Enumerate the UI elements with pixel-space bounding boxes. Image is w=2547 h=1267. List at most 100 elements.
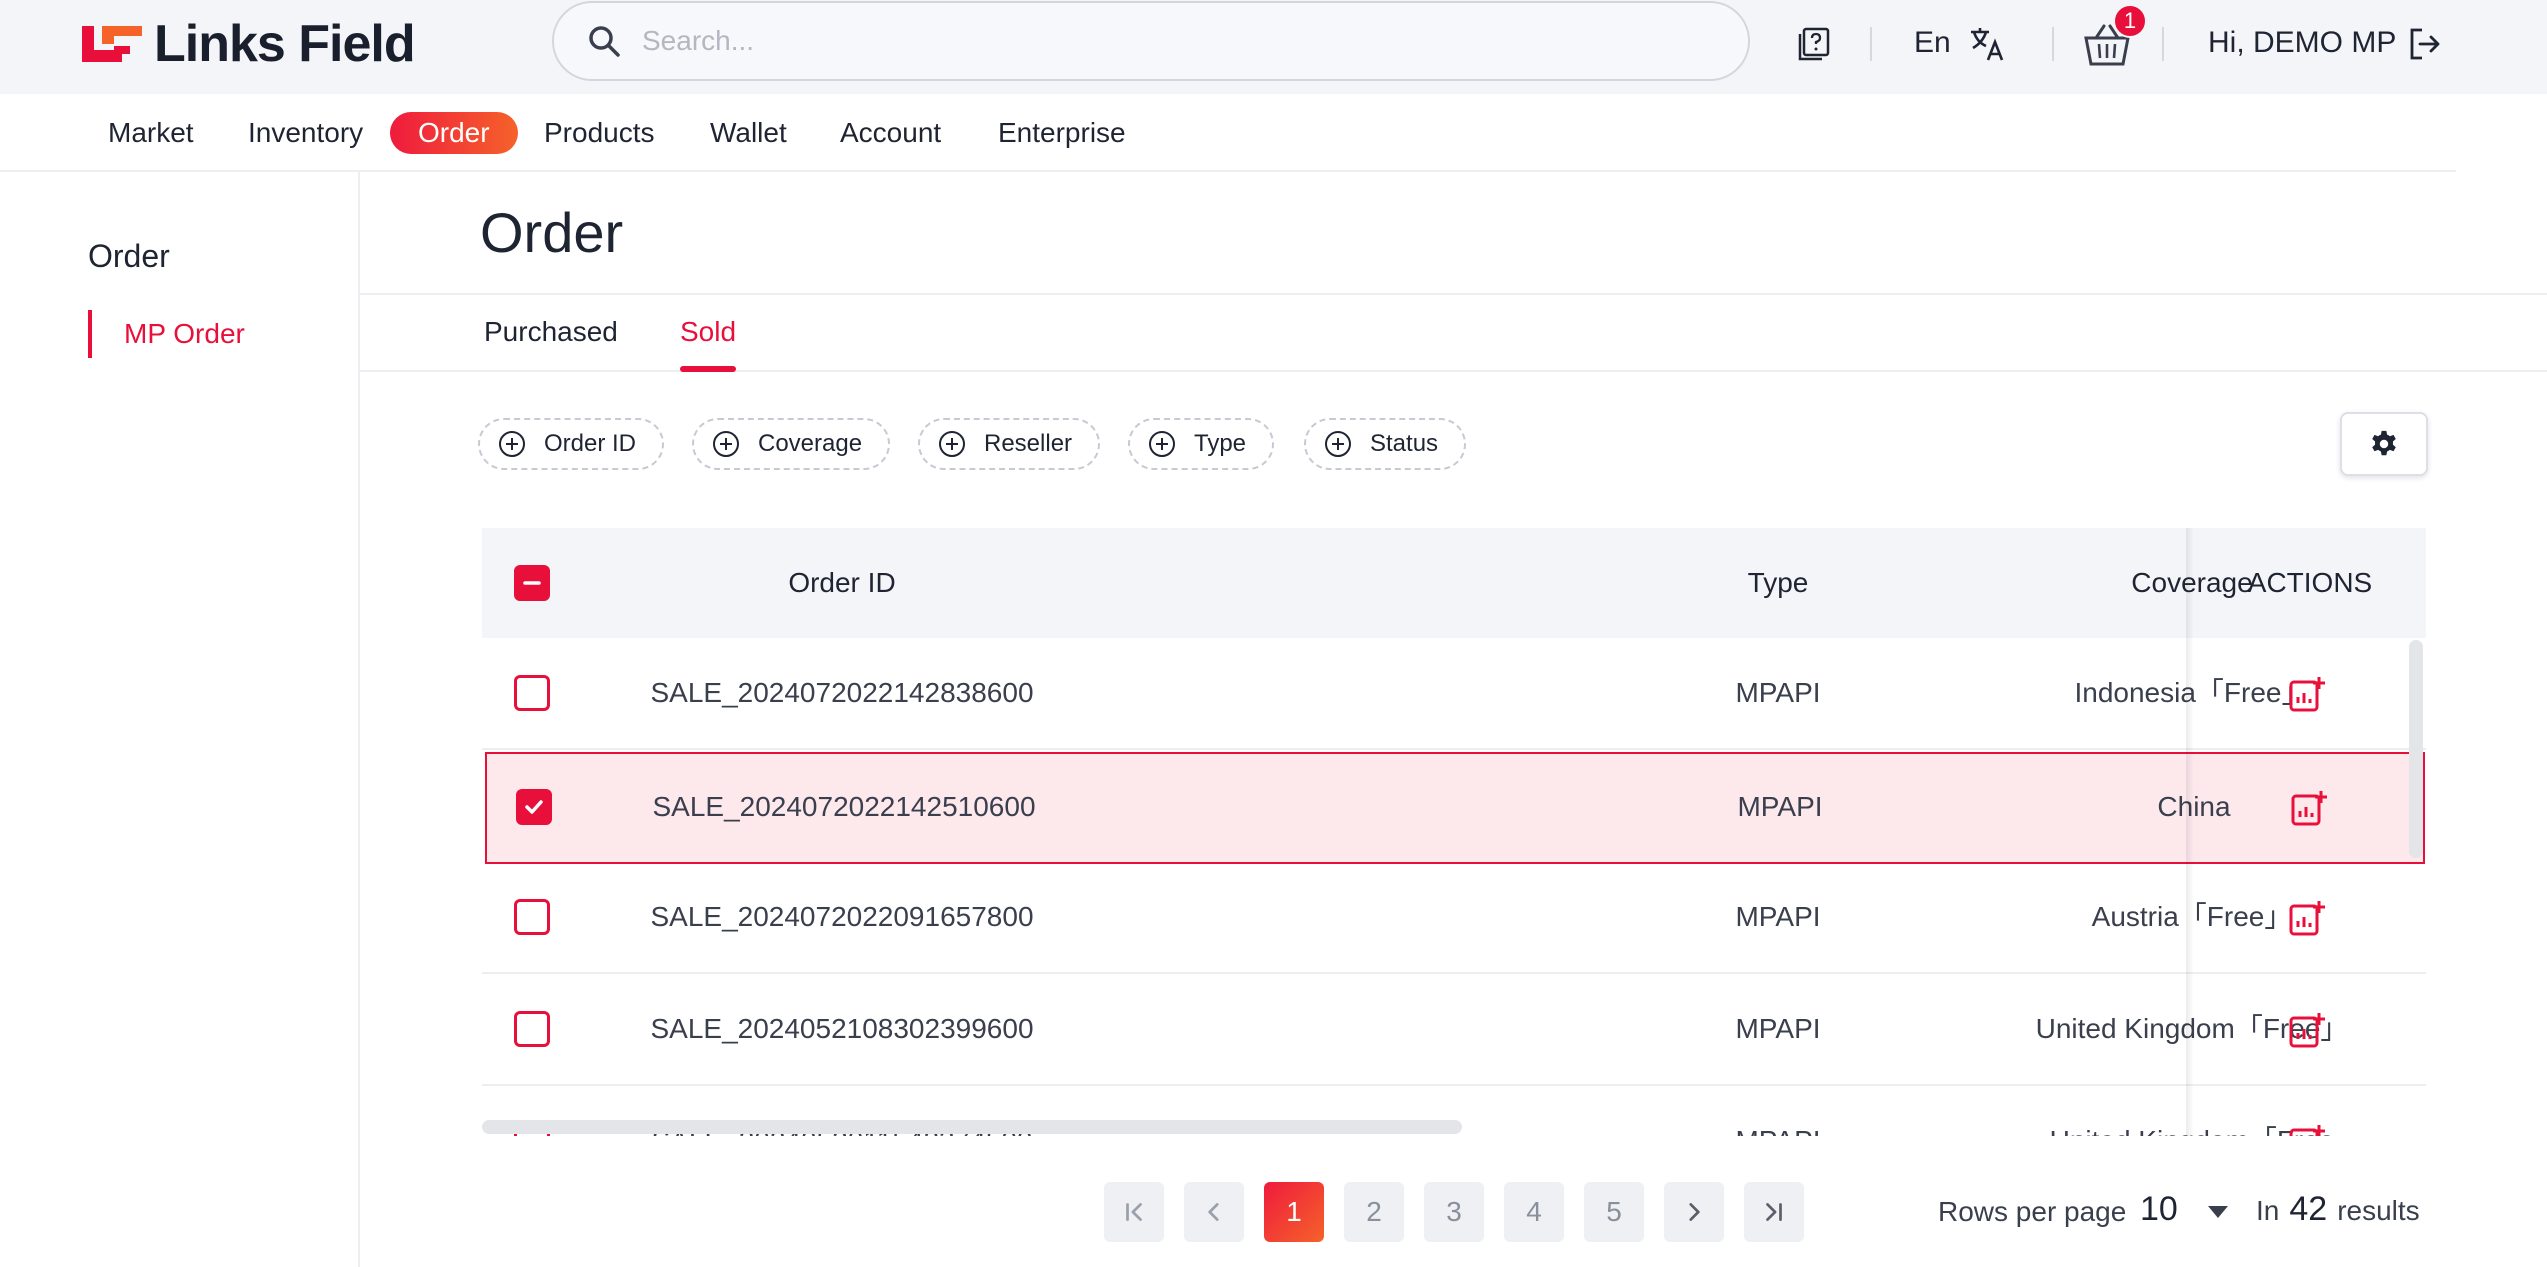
- logout-icon[interactable]: [2406, 26, 2442, 62]
- chevron-down-icon[interactable]: [2208, 1206, 2228, 1218]
- page-button-2[interactable]: 2: [1344, 1182, 1404, 1242]
- top-header: Links Field En 1 Hi, DEMO MP: [0, 0, 2547, 94]
- sidebar-title: Order: [88, 238, 170, 274]
- previous-page-button[interactable]: [1184, 1182, 1244, 1242]
- search-bar: [552, 1, 1750, 81]
- table-row[interactable]: SALE_2024072022142838600 MPAPI Indonesia…: [482, 638, 2426, 750]
- nav-item-wallet[interactable]: Wallet: [682, 112, 815, 154]
- column-header-actions: ACTIONS: [2247, 567, 2373, 598]
- cart-count-badge: 1: [2113, 4, 2147, 38]
- row-checkbox[interactable]: [516, 789, 552, 825]
- type-cell: MPAPI: [1698, 1086, 1858, 1136]
- next-page-button[interactable]: [1664, 1182, 1724, 1242]
- filter-label: Coverage: [758, 430, 863, 457]
- chevron-left-icon: [1208, 1203, 1219, 1221]
- table-header: Order ID Type Coverage ACTIONS: [482, 528, 2426, 638]
- links-field-logo-icon: [82, 26, 142, 62]
- nav-item-market[interactable]: Market: [80, 112, 222, 154]
- page-button-4[interactable]: 4: [1504, 1182, 1564, 1242]
- last-page-icon: [1766, 1203, 1782, 1221]
- order-detail-icon[interactable]: [2288, 899, 2326, 937]
- filter-label: Type: [1194, 430, 1247, 457]
- column-header-order-id[interactable]: Order ID: [602, 528, 1082, 638]
- nav-item-enterprise[interactable]: Enterprise: [970, 112, 1154, 154]
- chevron-right-icon: [1689, 1203, 1700, 1221]
- page-title: Order: [480, 201, 624, 264]
- help-book-icon[interactable]: [1796, 26, 1832, 62]
- type-cell: MPAPI: [1735, 677, 1821, 708]
- plus-circle-icon: [1325, 431, 1351, 457]
- results-prefix: In: [2256, 1195, 2280, 1226]
- table-settings-button[interactable]: [2340, 412, 2428, 476]
- nav-item-order[interactable]: Order: [390, 112, 518, 154]
- header-divider: [2052, 27, 2054, 61]
- plus-circle-icon: [499, 431, 525, 457]
- select-all-checkbox[interactable]: [514, 565, 550, 601]
- order-detail-icon[interactable]: [2288, 675, 2326, 713]
- plus-circle-icon: [1149, 431, 1175, 457]
- results-suffix: results: [2337, 1195, 2420, 1226]
- page-button-1[interactable]: 1: [1264, 1182, 1324, 1242]
- brand-name: Links Field: [154, 15, 416, 73]
- filter-coverage[interactable]: Coverage: [692, 418, 891, 470]
- gear-icon: [2372, 430, 2396, 456]
- column-header-type[interactable]: Type: [1698, 528, 1858, 638]
- nav-item-account[interactable]: Account: [812, 112, 969, 154]
- order-id-cell: SALE_2024052108302399600: [650, 1013, 1034, 1044]
- brand-logo[interactable]: Links Field: [80, 15, 416, 73]
- table-horizontal-scrollbar[interactable]: [482, 1120, 1462, 1134]
- row-checkbox[interactable]: [514, 675, 550, 711]
- tab-sold[interactable]: Sold: [680, 316, 736, 348]
- results-summary: In 42 results: [2256, 1190, 2420, 1229]
- type-cell: MPAPI: [1735, 901, 1821, 932]
- order-id-cell: SALE_2024072022142838600: [650, 677, 1034, 708]
- plus-circle-icon: [939, 431, 965, 457]
- translate-icon[interactable]: [1968, 24, 2008, 64]
- main-nav: Market Inventory Order Products Wallet A…: [0, 94, 2456, 172]
- user-greeting[interactable]: Hi, DEMO MP: [2208, 26, 2396, 60]
- active-tab-indicator: [680, 366, 736, 372]
- filter-label: Reseller: [984, 430, 1073, 457]
- order-id-cell: SALE_2024072022091657800: [650, 901, 1034, 932]
- sidebar-item-mp-order[interactable]: MP Order: [88, 310, 245, 358]
- nav-item-products[interactable]: Products: [516, 112, 683, 154]
- results-total: 42: [2289, 1190, 2328, 1228]
- header-divider: [1870, 27, 1872, 61]
- table-row-selected[interactable]: SALE_2024072022142510600 MPAPI China: [485, 752, 2425, 864]
- filter-order-id[interactable]: Order ID: [478, 418, 665, 470]
- nav-item-inventory[interactable]: Inventory: [220, 112, 391, 154]
- table-vertical-scrollbar[interactable]: [2409, 640, 2423, 858]
- sticky-column-shadow: [2186, 528, 2194, 1136]
- page-button-5[interactable]: 5: [1584, 1182, 1644, 1242]
- first-page-button[interactable]: [1104, 1182, 1164, 1242]
- row-checkbox[interactable]: [514, 899, 550, 935]
- filter-type[interactable]: Type: [1128, 418, 1275, 470]
- header-divider: [2162, 27, 2164, 61]
- type-cell: MPAPI: [1737, 791, 1823, 822]
- search-icon: [589, 26, 620, 57]
- order-detail-icon[interactable]: [2290, 789, 2328, 827]
- order-detail-icon[interactable]: [2288, 1011, 2326, 1049]
- minus-icon: [523, 581, 541, 585]
- search-input[interactable]: [642, 25, 1642, 57]
- last-page-button[interactable]: [1744, 1182, 1804, 1242]
- plus-circle-icon: [713, 431, 739, 457]
- first-page-icon: [1126, 1203, 1142, 1221]
- rows-per-page-label: Rows per page: [1938, 1196, 2127, 1227]
- order-id-cell: SALE_2024072022142510600: [652, 791, 1036, 822]
- title-divider: [360, 293, 2547, 295]
- tab-purchased[interactable]: Purchased: [484, 316, 618, 348]
- page-button-3[interactable]: 3: [1424, 1182, 1484, 1242]
- table-row[interactable]: SALE_2024072022091657800 MPAPI Austria「F…: [482, 862, 2426, 974]
- orders-table: Order ID Type Coverage ACTIONS SALE_2024…: [482, 528, 2426, 1136]
- order-detail-icon[interactable]: [2288, 1123, 2326, 1136]
- language-label[interactable]: En: [1914, 26, 1951, 60]
- row-checkbox[interactable]: [514, 1011, 550, 1047]
- filter-label: Status: [1370, 430, 1439, 457]
- filter-status[interactable]: Status: [1304, 418, 1467, 470]
- filter-label: Order ID: [544, 430, 637, 457]
- rows-per-page-select[interactable]: 10: [2140, 1190, 2178, 1229]
- table-row[interactable]: SALE_2024052108302399600 MPAPI United Ki…: [482, 974, 2426, 1086]
- sidebar: Order MP Order: [0, 172, 360, 1267]
- filter-reseller[interactable]: Reseller: [918, 418, 1101, 470]
